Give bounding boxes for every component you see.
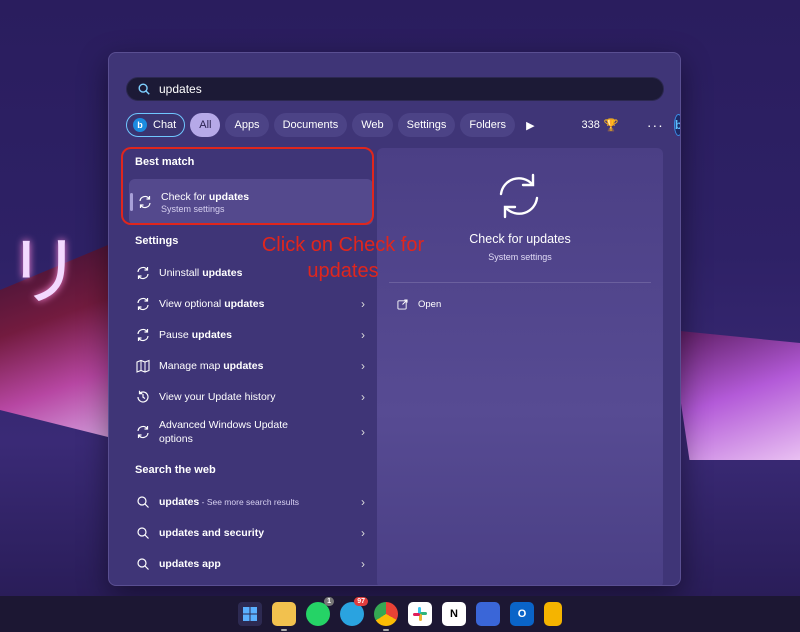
bing-chat-icon[interactable]: b xyxy=(673,114,680,136)
web-result-updates[interactable]: updates - See more search results › xyxy=(135,487,369,517)
filter-bar: b Chat All Apps Documents Web Settings F… xyxy=(126,112,680,138)
list-item-label: Pause updates xyxy=(159,329,232,341)
search-icon xyxy=(137,558,149,570)
documents-filter-button[interactable]: Documents xyxy=(273,113,348,137)
all-filter-button[interactable]: All xyxy=(190,113,221,137)
sync-icon xyxy=(137,297,149,311)
search-icon xyxy=(138,83,150,95)
list-item-label: updates and security xyxy=(159,527,265,539)
chevron-right-icon[interactable]: › xyxy=(361,495,365,509)
chevron-right-icon[interactable]: › xyxy=(361,425,365,439)
search-bar[interactable] xyxy=(126,77,664,101)
map-icon xyxy=(136,359,150,373)
chevron-right-icon[interactable]: › xyxy=(361,557,365,571)
taskbar: 1 97 N O xyxy=(0,596,800,632)
annotation-highlight-box xyxy=(121,147,374,225)
folders-filter-button[interactable]: Folders xyxy=(460,113,516,137)
list-item-update-history[interactable]: View your Update history › xyxy=(135,382,369,412)
annotation-text: Click on Check for updates xyxy=(261,234,425,282)
search-web-heading: Search the web xyxy=(135,464,216,476)
detail-pane: Check for updates System settings Open xyxy=(377,148,663,585)
slack-glyph-icon xyxy=(413,607,427,621)
chat-label: Chat xyxy=(153,119,177,131)
open-external-icon xyxy=(397,299,408,310)
trophy-icon: 🏆 xyxy=(603,118,619,132)
search-input[interactable] xyxy=(159,82,639,96)
points-value: 338 xyxy=(581,119,600,131)
web-result-updates-app[interactable]: updates app › xyxy=(135,549,369,579)
chrome-icon[interactable] xyxy=(374,602,398,631)
slack-icon[interactable] xyxy=(408,602,432,626)
list-item-label: View your Update history xyxy=(159,391,276,403)
whatsapp-badge: 1 xyxy=(324,597,334,606)
outlook-icon[interactable]: O xyxy=(510,602,534,626)
list-item-label: Uninstall updates xyxy=(159,267,243,279)
sync-icon xyxy=(499,173,539,219)
telegram-icon[interactable]: 97 xyxy=(340,597,368,626)
search-panel: b Chat All Apps Documents Web Settings F… xyxy=(108,52,681,586)
settings-heading: Settings xyxy=(135,235,179,247)
sync-icon xyxy=(137,328,149,342)
search-icon xyxy=(137,527,149,539)
notion-icon[interactable]: N xyxy=(442,602,466,626)
list-item-label: Manage map updates xyxy=(159,360,264,372)
web-result-updates-and-security[interactable]: updates and security › xyxy=(135,518,369,548)
chevron-right-icon[interactable]: › xyxy=(361,390,365,404)
chat-filter-button[interactable]: b Chat xyxy=(126,113,186,137)
web-filter-button[interactable]: Web xyxy=(352,113,393,137)
list-item-label: Advanced Windows Update options xyxy=(159,419,288,445)
whatsapp-icon[interactable]: 1 xyxy=(306,597,334,626)
list-item-view-optional-updates[interactable]: View optional updates › xyxy=(135,289,369,319)
open-button[interactable]: Open xyxy=(397,299,441,310)
sync-icon xyxy=(137,425,149,439)
chevron-right-icon[interactable]: › xyxy=(361,526,365,540)
more-filters-play-icon[interactable]: ▶ xyxy=(520,113,540,137)
list-item-label: updates app xyxy=(159,558,221,570)
search-icon xyxy=(137,496,149,508)
list-item-label: View optional updates xyxy=(159,298,265,310)
apps-filter-button[interactable]: Apps xyxy=(225,113,269,137)
telegram-badge: 97 xyxy=(354,597,368,606)
settings-filter-button[interactable]: Settings xyxy=(397,113,456,137)
rewards-points[interactable]: 338 🏆 xyxy=(582,118,619,132)
chevron-right-icon[interactable]: › xyxy=(361,297,365,311)
list-item-pause-updates[interactable]: Pause updates › xyxy=(135,320,369,350)
teams-icon[interactable] xyxy=(476,602,500,626)
wallpaper-glyph: リ xyxy=(6,227,82,316)
chevron-right-icon[interactable]: › xyxy=(361,328,365,342)
file-explorer-icon[interactable] xyxy=(272,602,296,631)
bing-icon: b xyxy=(133,118,147,132)
sync-icon xyxy=(137,266,149,280)
history-icon xyxy=(137,390,149,403)
list-item-advanced-windows-update[interactable]: Advanced Windows Update options › xyxy=(135,413,369,451)
windows-icon xyxy=(243,607,257,621)
wallpaper-right-shape xyxy=(670,330,800,460)
chevron-right-icon[interactable]: › xyxy=(361,359,365,373)
open-label: Open xyxy=(418,299,442,310)
more-options-icon[interactable]: ··· xyxy=(647,117,664,133)
start-button[interactable] xyxy=(238,602,262,626)
keep-notes-icon[interactable] xyxy=(544,602,562,626)
list-item-label: updates - See more search results xyxy=(159,496,299,508)
list-item-manage-map-updates[interactable]: Manage map updates › xyxy=(135,351,369,381)
